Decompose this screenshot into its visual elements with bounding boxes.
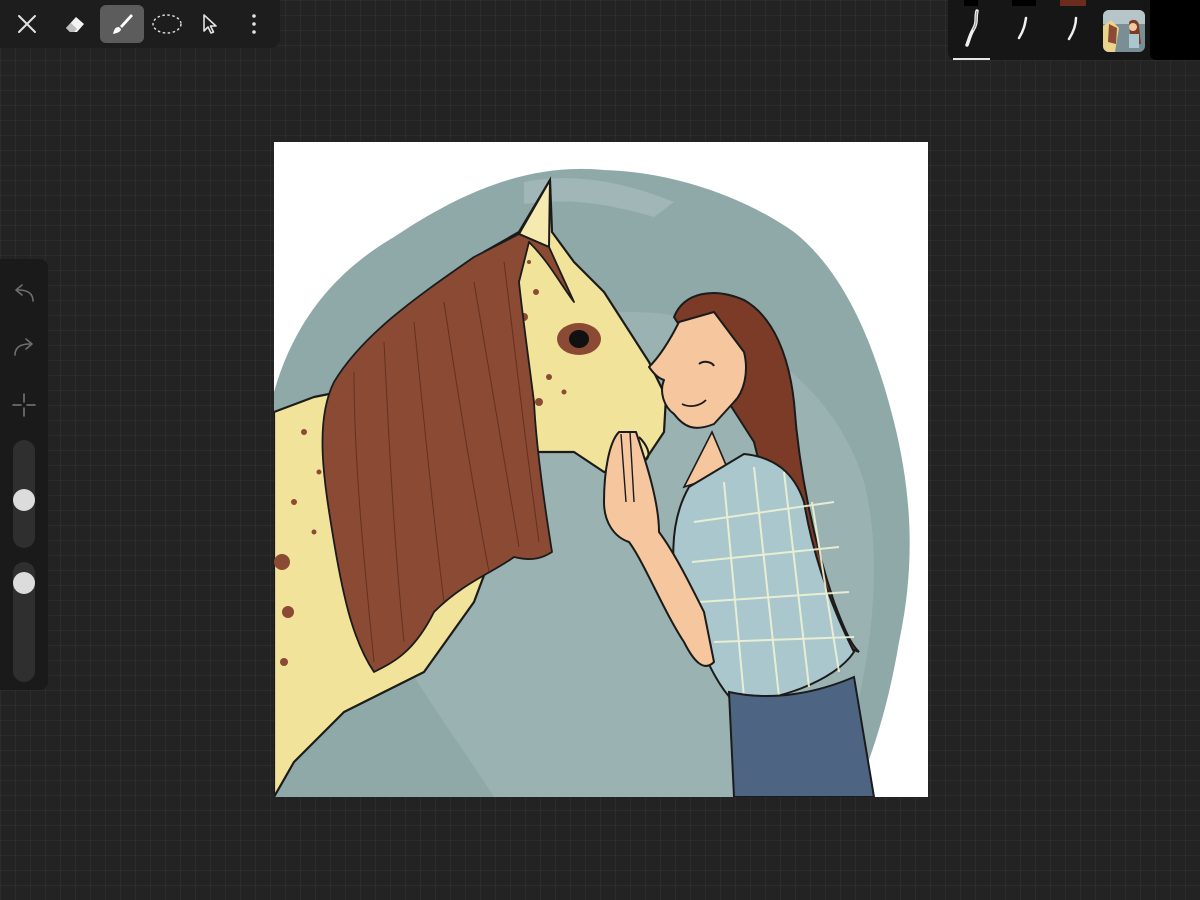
lasso-selection-icon <box>152 14 182 34</box>
opacity-slider-knob[interactable] <box>13 572 35 594</box>
left-sidebar <box>0 259 48 690</box>
eyedropper-crosshair-icon <box>12 393 36 417</box>
brush-size-slider[interactable] <box>13 440 35 548</box>
undo-icon <box>15 284 34 302</box>
more-vertical-icon <box>252 14 256 34</box>
brush-icon <box>113 14 133 34</box>
brush-size-slider-knob[interactable] <box>13 489 35 511</box>
redo-button[interactable] <box>8 331 40 363</box>
transform-tool-button[interactable] <box>188 5 232 43</box>
horse-eye <box>569 330 589 348</box>
brush-stroke-icon <box>965 9 979 47</box>
artwork-thumbnail-icon <box>1103 10 1145 52</box>
drawing-canvas[interactable] <box>274 142 928 797</box>
eraser-tool-button[interactable] <box>53 5 97 43</box>
brush-stroke-icon <box>1017 16 1028 40</box>
modify-button[interactable] <box>8 389 40 421</box>
brush-stroke-icon <box>1067 16 1078 41</box>
more-options-button[interactable] <box>232 5 276 43</box>
redo-icon <box>14 338 33 356</box>
layer-thumbnail[interactable] <box>1103 10 1145 52</box>
girl-jeans <box>727 675 876 797</box>
selected-brush-indicator <box>953 58 990 60</box>
recent-brush-1[interactable] <box>952 6 992 50</box>
cursor-arrow-icon <box>203 14 217 34</box>
recent-brush-2[interactable] <box>1002 6 1042 50</box>
opacity-slider[interactable] <box>13 562 35 682</box>
current-color-button[interactable] <box>1150 0 1200 60</box>
recent-brushes-panel <box>948 0 1200 60</box>
close-button[interactable] <box>5 5 49 43</box>
brush-tool-button[interactable] <box>100 5 144 43</box>
selection-tool-button[interactable] <box>145 5 189 43</box>
close-icon <box>18 15 36 33</box>
recent-brush-3[interactable] <box>1052 6 1092 50</box>
artwork-illustration <box>274 168 910 797</box>
eraser-icon <box>66 17 84 32</box>
undo-button[interactable] <box>8 277 40 309</box>
top-toolbar <box>0 0 280 48</box>
